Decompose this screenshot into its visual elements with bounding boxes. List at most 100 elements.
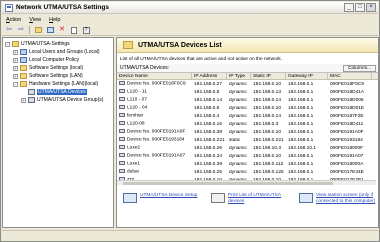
columns-button[interactable]: Columns... (343, 64, 376, 72)
table-row[interactable]: Device No. 000FE0191A0F 192.168.0.38 dynam… (117, 128, 378, 136)
table-row[interactable]: dubai 192.168.0.25 dynamic 192.168.0.125 192… (117, 168, 378, 176)
table-cell: 192.168.0.1 (288, 153, 314, 159)
tree-node[interactable]: + Local Users and Groups (Local) (3, 48, 113, 56)
tree-node[interactable]: UTMA/UTSA Devices (3, 88, 113, 96)
table-row[interactable]: L120-08 192.168.0.16 dynamic 192.168.0.3 192… (117, 120, 378, 128)
folder-icon (12, 41, 19, 47)
folder-icon (20, 81, 27, 87)
forward-icon[interactable]: ⇨ (17, 26, 25, 34)
table-cell: Luxe2 (117, 145, 192, 151)
expand-icon[interactable]: + (13, 65, 18, 71)
table-cell: dynamic (229, 121, 247, 127)
menu-view[interactable]: View (29, 17, 41, 23)
task-print-list[interactable]: Print List of UTMA/UTSA devices (211, 193, 291, 227)
tree-node-label: UTMA/UTSA Device Group(s) (37, 97, 104, 103)
collapse-icon[interactable]: - (5, 41, 10, 47)
table-cell: 192.168.0.10 (253, 105, 282, 111)
menu-help[interactable]: Help (49, 17, 60, 23)
content-pane: UTMA/UTSA Devices List List of all UTMA/… (116, 37, 379, 228)
device-name: Device No. 000FE0191A0F (127, 129, 186, 135)
print-icon (211, 193, 225, 203)
list-label: UTMA/UTSA Devices: (120, 65, 170, 71)
device-icon (119, 169, 125, 174)
table-row[interactable]: Device No. 000FE018F0C9 192.168.0.27 dynam… (117, 80, 378, 88)
table-row[interactable]: L120 - 04 192.168.0.9 dynamic 192.168.0.10 1… (117, 104, 378, 112)
menu-action[interactable]: Action (6, 17, 21, 23)
toolbar: ⇦ ⇨ ✕ ? (2, 25, 378, 36)
table-cell: dynamic (229, 145, 247, 151)
device-name: L120 - 04 (127, 105, 148, 111)
task-link[interactable]: UTMA/UTSA Device Setup (140, 193, 197, 227)
back-icon[interactable]: ⇦ (5, 26, 13, 34)
main-window: Network UTMA/UTSA Settings _ □ × Action … (0, 0, 380, 242)
device-icon (119, 137, 125, 142)
tree-node[interactable]: + UTMA/UTSA Device Group(s) (3, 96, 113, 104)
table-cell: Device No. 000FE0191A07 (117, 153, 192, 159)
column-header[interactable]: Device Name (117, 73, 192, 79)
properties-icon[interactable] (70, 26, 78, 34)
tree-node-label: Software Settings (LAN) (29, 73, 83, 79)
scrollbar-thumb[interactable] (123, 182, 333, 185)
task-view-station[interactable]: View station screen (only if connected t… (299, 193, 378, 227)
delete-icon[interactable]: ✕ (58, 26, 66, 34)
device-icon (119, 97, 125, 102)
folder-icon (20, 65, 27, 71)
column-header[interactable]: IP Address (192, 73, 227, 79)
tree-node-label: Local Users and Groups (Local) (29, 49, 100, 55)
column-header[interactable]: Static IP (251, 73, 286, 79)
device-name: L120-08 (127, 121, 145, 127)
tree-node[interactable]: + Software Settings (local) (3, 64, 113, 72)
folder-icon[interactable] (46, 26, 54, 34)
tree-node[interactable]: - Hardware Settings (LAN)(local) (3, 80, 113, 88)
table-row[interactable]: Device No. 000FE0191A07 192.168.0.34 dynam… (117, 152, 378, 160)
table-cell: 192.168.0.16 (194, 121, 223, 127)
column-header[interactable]: MAC (328, 73, 372, 79)
table-cell: dynamic (229, 97, 247, 103)
table-cell: 000FE0191A07 (330, 153, 364, 159)
expand-icon[interactable]: + (21, 97, 26, 103)
table-cell: dynamic (229, 129, 247, 135)
up-icon[interactable] (34, 26, 42, 34)
maximize-button[interactable]: □ (355, 3, 365, 12)
table-cell: 192.168.0.1 (288, 137, 314, 143)
column-header[interactable]: Gateway IP (286, 73, 328, 79)
table-row[interactable]: Device No. 000FE0193184 192.168.0.221 stat… (117, 136, 378, 144)
tree-node[interactable]: + Local Computer Policy (3, 56, 113, 64)
device-name: L110 - 07 (127, 97, 147, 103)
folder-icon (123, 41, 133, 49)
table-cell: 192.168.0.9 (194, 105, 220, 111)
table-cell: 000FE018F0C9 (330, 81, 364, 87)
table-cell: 192.168.10.1 (288, 145, 317, 151)
tree-node[interactable]: + Software Settings (LAN) (3, 72, 113, 80)
task-link[interactable]: Print List of UTMA/UTSA devices (228, 193, 291, 227)
table-cell: 192.168.0.1 (288, 169, 314, 175)
collapse-icon[interactable]: - (13, 81, 18, 87)
help-icon[interactable]: ? (82, 26, 90, 34)
expand-icon[interactable]: + (13, 73, 18, 79)
table-row[interactable]: Luxe1 192.168.0.39 dynamic 192.168.0.112 192… (117, 160, 378, 168)
table-cell: fernhiar (117, 113, 192, 119)
list-header: Device Name IP Address IP Type Static IP… (117, 73, 378, 80)
table-cell: 192.168.0.39 (194, 161, 223, 167)
tree-node[interactable]: - UTMA/UTSA-Settings (3, 40, 113, 48)
expand-icon[interactable]: + (13, 49, 18, 55)
table-row[interactable]: L120 - 11 192.168.0.8 dynamic 192.168.0.13 1… (117, 88, 378, 96)
device-icon (119, 161, 125, 166)
table-cell: 192.168.0.14 (253, 97, 282, 103)
close-button[interactable]: × (366, 3, 376, 12)
minimize-button[interactable]: _ (344, 3, 354, 12)
table-row[interactable]: L110 - 07 192.168.0.14 dynamic 192.168.0.14… (117, 96, 378, 104)
table-row[interactable]: fernhiar 192.168.0.4 dynamic 192.168.0.14 19… (117, 112, 378, 120)
horizontal-scrollbar[interactable] (117, 180, 376, 185)
column-header[interactable]: IP Type (227, 73, 251, 79)
device-setup-icon (123, 193, 137, 203)
task-device-setup[interactable]: UTMA/UTSA Device Setup (123, 193, 203, 227)
table-cell: 192.168.0.1 (288, 129, 314, 135)
table-cell: 000FE018D41A (330, 89, 365, 95)
device-name: Luxe2 (127, 145, 141, 151)
expand-icon[interactable]: + (13, 57, 18, 63)
task-link[interactable]: View station screen (only if connected t… (316, 193, 378, 227)
device-name: Device No. 000FE0193184 (127, 137, 185, 143)
table-cell: 192.168.0.8 (194, 89, 220, 95)
table-row[interactable]: Luxe2 192.168.0.26 dynamic 192.168.10.3 192.… (117, 144, 378, 152)
